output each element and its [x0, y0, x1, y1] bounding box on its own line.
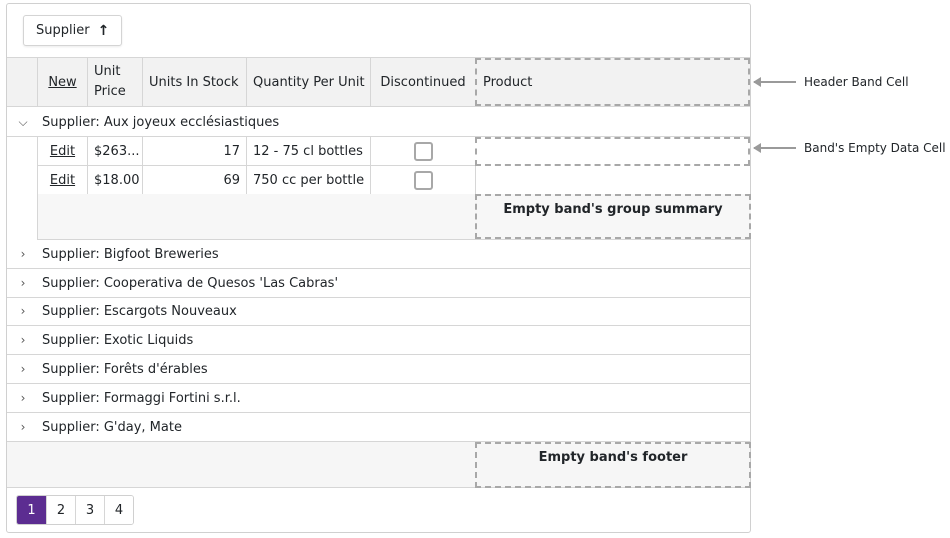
header-unit-price[interactable]: Unit Price [87, 58, 142, 106]
callout-label: Header Band Cell [804, 75, 909, 89]
header-row: New Unit Price Units In Stock Quantity P… [7, 57, 750, 107]
pager: 1 2 3 4 [16, 495, 134, 525]
quantity-per-unit-cell: 750 cc per bottle [246, 166, 370, 195]
quantity-per-unit-cell: 12 - 75 cl bottles [246, 137, 370, 166]
chevron-right-icon[interactable]: › [17, 420, 29, 434]
group-summary-row: Empty band's group summary [7, 194, 751, 240]
header-command-cell: New [37, 58, 87, 106]
group-row[interactable]: › Supplier: Exotic Liquids [7, 326, 750, 355]
chevron-right-icon[interactable]: › [17, 391, 29, 405]
page-button-1[interactable]: 1 [17, 496, 46, 524]
header-units-in-stock[interactable]: Units In Stock [142, 58, 246, 106]
page-button-4[interactable]: 4 [104, 496, 133, 524]
group-chip-supplier[interactable]: Supplier ↑ [23, 15, 123, 46]
group-label: Supplier: Bigfoot Breweries [42, 246, 219, 262]
band-empty-data-cell [475, 137, 750, 166]
band-footer: Empty band's footer [475, 442, 751, 488]
group-row-expanded[interactable]: ⌵ Supplier: Aux joyeux ecclésiastiques [7, 108, 750, 137]
units-in-stock-cell: 69 [142, 166, 246, 195]
group-row[interactable]: › Supplier: Formaggi Fortini s.r.l. [7, 384, 750, 413]
header-quantity-per-unit[interactable]: Quantity Per Unit [246, 58, 370, 106]
table-row: Edit $263... 17 12 - 75 cl bottles [7, 137, 750, 166]
group-label: Supplier: Escargots Nouveaux [42, 303, 237, 319]
header-discontinued[interactable]: Discontinued [370, 58, 475, 106]
arrow-left-icon [753, 77, 796, 87]
discontinued-checkbox[interactable] [413, 170, 433, 190]
unit-price-cell: $263... [87, 137, 142, 166]
group-label: Supplier: Exotic Liquids [42, 332, 194, 348]
group-label: Supplier: Formaggi Fortini s.r.l. [42, 390, 241, 406]
chevron-right-icon[interactable]: › [17, 333, 29, 347]
arrow-up-icon: ↑ [97, 22, 110, 39]
chevron-down-icon[interactable]: ⌵ [17, 115, 29, 130]
discontinued-checkbox[interactable] [413, 141, 433, 161]
chevron-right-icon[interactable]: › [17, 247, 29, 261]
group-row[interactable]: › Supplier: Escargots Nouveaux [7, 297, 750, 326]
group-label: Supplier: G'day, Mate [42, 419, 182, 435]
indent-cell [7, 166, 37, 195]
group-label: Supplier: Aux joyeux ecclésiastiques [42, 114, 280, 130]
group-label: Supplier: Cooperativa de Quesos 'Las Cab… [42, 275, 339, 291]
table-row: Edit $18.00 69 750 cc per bottle [7, 166, 750, 195]
unit-price-cell: $18.00 [87, 166, 142, 195]
callout-label: Band's Empty Data Cell [804, 141, 946, 155]
callout-header-band: Header Band Cell [753, 75, 909, 89]
group-row[interactable]: › Supplier: Bigfoot Breweries [7, 240, 750, 269]
discontinued-cell [370, 166, 475, 195]
edit-link[interactable]: Edit [50, 144, 75, 159]
group-row[interactable]: › Supplier: G'day, Mate [7, 413, 750, 442]
data-grid: Supplier ↑ New Unit Price Units In Stock… [6, 3, 751, 533]
edit-link[interactable]: Edit [50, 173, 75, 188]
band-data-cell [475, 166, 750, 195]
page-button-2[interactable]: 2 [46, 496, 75, 524]
command-cell: Edit [37, 166, 87, 195]
page-button-3[interactable]: 3 [75, 496, 104, 524]
group-row[interactable]: › Supplier: Forêts d'érables [7, 355, 750, 384]
command-cell: Edit [37, 137, 87, 166]
chevron-right-icon[interactable]: › [17, 362, 29, 376]
band-group-summary: Empty band's group summary [475, 194, 751, 239]
discontinued-cell [370, 137, 475, 166]
group-panel: Supplier ↑ [7, 4, 750, 57]
group-chip-label: Supplier [36, 23, 90, 38]
arrow-left-icon [753, 143, 796, 153]
footer-row: Empty band's footer [7, 442, 751, 488]
chevron-right-icon[interactable]: › [17, 304, 29, 318]
header-indent-cell [7, 58, 37, 106]
group-row[interactable]: › Supplier: Cooperativa de Quesos 'Las C… [7, 269, 750, 298]
callout-empty-data: Band's Empty Data Cell [753, 141, 946, 155]
indent-cell [7, 137, 37, 166]
header-band-product[interactable]: Product [475, 58, 750, 106]
chevron-right-icon[interactable]: › [17, 276, 29, 290]
new-link[interactable]: New [48, 75, 76, 90]
group-label: Supplier: Forêts d'érables [42, 361, 208, 377]
units-in-stock-cell: 17 [142, 137, 246, 166]
